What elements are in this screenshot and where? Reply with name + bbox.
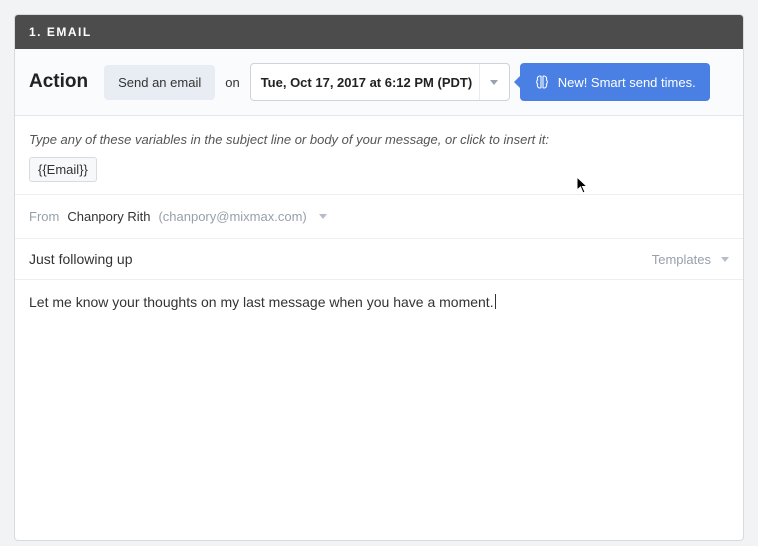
email-body-text: Let me know your thoughts on my last mes… <box>29 294 494 310</box>
email-step-panel: 1. EMAIL Action Send an email on Tue, Oc… <box>14 14 744 541</box>
from-email: (chanpory@mixmax.com) <box>158 209 306 224</box>
text-caret <box>495 294 496 309</box>
smart-send-times-button[interactable]: New! Smart send times. <box>520 63 710 101</box>
templates-button[interactable]: Templates <box>652 252 729 267</box>
templates-label: Templates <box>652 252 711 267</box>
subject-input[interactable]: Just following up <box>29 251 652 267</box>
panel-header: 1. EMAIL <box>15 15 743 49</box>
panel-title: 1. EMAIL <box>29 25 92 39</box>
variable-chip-email[interactable]: {{Email}} <box>29 157 97 182</box>
smart-send-times-label: New! Smart send times. <box>558 75 696 90</box>
from-label: From <box>29 209 59 224</box>
send-date-field[interactable]: Tue, Oct 17, 2017 at 6:12 PM (PDT) <box>250 63 510 101</box>
subject-row: Just following up Templates <box>15 239 743 280</box>
date-dropdown-toggle[interactable] <box>479 64 509 100</box>
variables-hint: Type any of these variables in the subje… <box>29 132 729 147</box>
on-label: on <box>225 75 239 90</box>
action-label: Action <box>29 71 88 93</box>
chevron-down-icon <box>490 80 498 85</box>
from-row[interactable]: From Chanpory Rith (chanpory@mixmax.com) <box>15 195 743 239</box>
variables-section: Type any of these variables in the subje… <box>15 116 743 195</box>
email-body-editor[interactable]: Let me know your thoughts on my last mes… <box>15 280 743 540</box>
chevron-down-icon <box>319 214 327 219</box>
action-type-button[interactable]: Send an email <box>104 65 215 100</box>
send-date-value: Tue, Oct 17, 2017 at 6:12 PM (PDT) <box>261 75 479 90</box>
chevron-down-icon <box>721 257 729 262</box>
brain-icon <box>534 74 550 90</box>
from-name: Chanpory Rith <box>67 209 150 224</box>
action-bar: Action Send an email on Tue, Oct 17, 201… <box>15 49 743 116</box>
